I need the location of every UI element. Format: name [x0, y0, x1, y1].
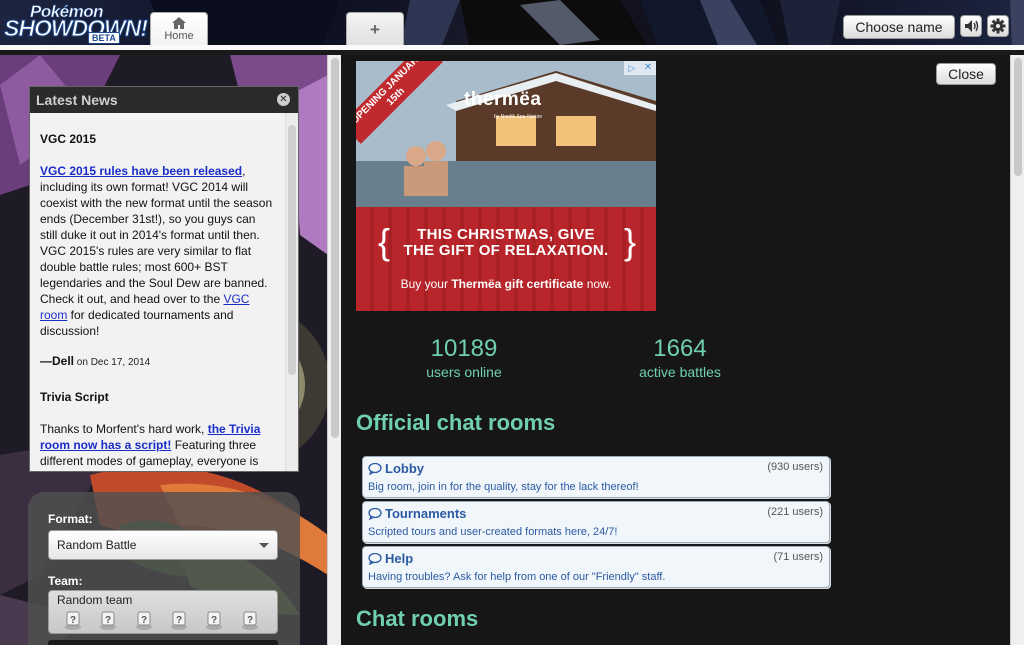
close-icon[interactable]: ✕: [277, 93, 290, 106]
unknown-pokemon-icon: ?: [206, 611, 223, 630]
sound-button[interactable]: [960, 15, 982, 37]
news-link[interactable]: VGC 2015 rules have been released: [40, 164, 242, 178]
news-text: Thanks to Morfent's hard work,: [40, 422, 208, 436]
ad-info-icon[interactable]: ▷: [624, 61, 640, 75]
users-online-stat: 10189 users online: [404, 335, 524, 381]
unknown-pokemon-icon: ?: [241, 611, 258, 630]
chat-rooms-heading: Chat rooms: [356, 606, 479, 631]
chat-bubble-icon: [368, 553, 382, 565]
unknown-pokemon-icon: ?: [100, 611, 117, 630]
news-body: VGC 2015 VGC 2015 rules have been releas…: [30, 113, 286, 471]
room-name: Help: [385, 551, 414, 566]
official-rooms-heading: Official chat rooms: [356, 410, 556, 435]
ad-brand: thermëa: [464, 89, 542, 110]
room-name: Tournaments: [385, 506, 467, 521]
ad-subtext-post: now.: [583, 277, 612, 291]
format-select[interactable]: Random Battle: [48, 530, 278, 560]
active-battles-stat[interactable]: 1664 active battles: [620, 335, 740, 381]
advertisement[interactable]: OPENING JANUARY 15th thermëa by Nordik S…: [356, 61, 656, 311]
users-online-count: 10189: [430, 335, 498, 362]
chat-bubble-icon: [368, 463, 382, 475]
gear-icon: [990, 18, 1006, 34]
room-user-count: (71 users): [773, 551, 823, 563]
room-name: Lobby: [385, 461, 424, 476]
logo-line2: SHOWDOWN!: [3, 15, 148, 42]
room-description: Scripted tours and user-created formats …: [368, 526, 618, 538]
tab-home-label: Home: [164, 30, 194, 42]
users-online-label: users online: [426, 364, 502, 380]
news-title: Latest News: [36, 92, 118, 108]
settings-button[interactable]: [987, 15, 1009, 37]
news-paragraph: Thanks to Morfent's hard work, the Trivi…: [40, 421, 276, 471]
ad-headline: THIS CHRISTMAS, GIVE THE GIFT OF RELAXAT…: [403, 226, 609, 259]
ad-subtext-pre: Buy your: [400, 277, 452, 291]
unknown-pokemon-icon: ?: [135, 611, 152, 630]
news-heading: VGC 2015: [40, 132, 97, 146]
news-text: , including its own format! VGC 2014 wil…: [40, 164, 273, 306]
news-date: Dec 17, 2014: [90, 357, 151, 368]
svg-text:?: ?: [141, 615, 147, 626]
svg-text:?: ?: [247, 615, 253, 626]
room-description: Having troubles? Ask for help from one o…: [368, 571, 666, 583]
news-paragraph: VGC 2015 rules have been released, inclu…: [40, 163, 276, 339]
room-item-lobby[interactable]: Lobby (930 users) Big room, join in for …: [362, 456, 830, 498]
room-description: Big room, join in for the quality, stay …: [368, 481, 639, 493]
news-heading: Trivia Script: [40, 390, 109, 404]
left-pane: Latest News ✕ VGC 2015 VGC 2015 rules ha…: [0, 55, 328, 645]
chat-bubble-icon: [368, 508, 382, 520]
unknown-pokemon-icon: ?: [171, 611, 188, 630]
active-battles-label: active battles: [639, 364, 721, 380]
room-user-count: (221 users): [767, 506, 823, 518]
tab-home[interactable]: Home: [150, 12, 208, 45]
ad-wood-panel: [356, 207, 656, 311]
news-text: for dedicated tournaments and discussion…: [40, 308, 234, 338]
news-signature: —Dell on Dec 17, 2014: [40, 353, 276, 371]
news-author: —Dell: [40, 354, 75, 368]
team-select[interactable]: Random team ? ? ? ? ? ?: [48, 590, 278, 634]
unknown-pokemon-icon: ?: [65, 611, 81, 630]
new-tab-button[interactable]: +: [346, 12, 404, 45]
room-item-help[interactable]: Help (71 users) Having troubles? Ask for…: [362, 546, 830, 588]
beta-badge: BETA: [88, 32, 120, 44]
home-icon: [172, 17, 186, 29]
scrollbar-thumb[interactable]: [1014, 58, 1022, 176]
team-label: Team:: [48, 574, 83, 588]
news-header: Latest News ✕: [30, 87, 298, 113]
scrollbar-thumb[interactable]: [331, 58, 339, 438]
speaker-icon: [965, 20, 979, 32]
chevron-down-icon: [259, 543, 269, 548]
battle-form-panel: Format: Random Battle Team: Random team …: [28, 492, 300, 645]
team-slots: ? ? ? ? ? ?: [61, 609, 270, 636]
ad-subtext-bold: Thermëa gift certificate: [451, 277, 584, 291]
battle-button[interactable]: [48, 640, 278, 645]
room-user-count: (930 users): [767, 461, 823, 473]
svg-text:?: ?: [176, 615, 182, 626]
main-pane-scrollbar[interactable]: [1010, 55, 1024, 645]
svg-text:?: ?: [70, 615, 76, 626]
choose-name-button[interactable]: Choose name: [843, 15, 955, 39]
format-select-value: Random Battle: [57, 538, 137, 552]
news-date-prefix: on: [74, 357, 91, 368]
close-button[interactable]: Close: [936, 63, 996, 85]
ad-brand-sub: by Nordik Spa-Nature: [494, 114, 543, 120]
left-pane-scrollbar[interactable]: [327, 55, 341, 645]
news-scrollbar[interactable]: [285, 113, 298, 471]
format-label: Format:: [48, 512, 93, 526]
news-panel: Latest News ✕ VGC 2015 VGC 2015 rules ha…: [29, 86, 299, 472]
team-select-value: Random team: [57, 593, 133, 607]
svg-text:?: ?: [211, 615, 217, 626]
active-battles-count: 1664: [653, 335, 707, 362]
svg-text:?: ?: [105, 615, 111, 626]
pokemon-showdown-logo[interactable]: Pokémon SHOWDOWN! BETA: [3, 2, 149, 44]
scrollbar-thumb[interactable]: [288, 125, 296, 375]
header-bar: Pokémon SHOWDOWN! BETA Home + Choose nam…: [0, 0, 1024, 50]
ad-subtext: Buy your Thermëa gift certificate now.: [356, 277, 656, 291]
ad-close-icon[interactable]: ✕: [640, 61, 656, 75]
room-item-tournaments[interactable]: Tournaments (221 users) Scripted tours a…: [362, 501, 830, 543]
